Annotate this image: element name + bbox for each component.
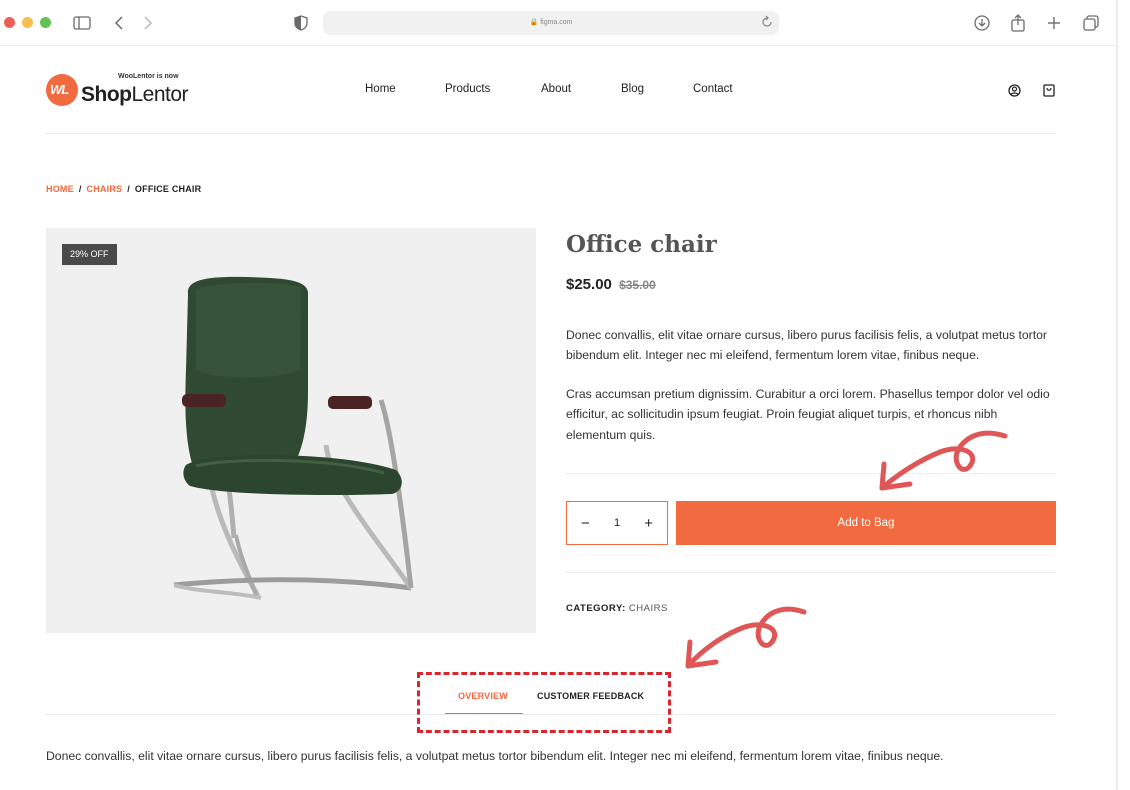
decrease-quantity-button[interactable]: − [581, 515, 590, 532]
product-image[interactable]: 29% OFF [46, 228, 536, 633]
url-text: 🔒 figma.com [529, 19, 573, 26]
downloads-icon[interactable] [971, 12, 993, 34]
breadcrumb-separator: / [78, 184, 82, 194]
breadcrumb: HOME / CHAIRS / OFFICE CHAIR [46, 184, 201, 194]
browser-window: 🔒 figma.com WL WooLentor is now ShopLent… [0, 0, 1118, 790]
quantity-value[interactable]: 1 [614, 517, 620, 529]
quantity-stepper: − 1 + [566, 501, 668, 545]
share-icon[interactable] [1007, 12, 1029, 34]
nav-about[interactable]: About [541, 83, 571, 95]
product-price: $25.00 $35.00 [566, 276, 656, 293]
category-label: CATEGORY: [566, 603, 626, 614]
logo-tagline: WooLentor is now [118, 73, 179, 80]
tab-content: Donec convallis, elit vitae ornare cursu… [46, 749, 944, 763]
office-chair-image [173, 276, 414, 600]
close-window-button[interactable] [4, 17, 15, 28]
minimize-window-button[interactable] [22, 17, 33, 28]
product-description-1: Donec convallis, elit vitae ornare cursu… [566, 328, 1047, 363]
lock-icon: 🔒 [529, 19, 539, 26]
logo-wordmark[interactable]: ShopLentor [81, 83, 189, 107]
nav-products[interactable]: Products [445, 83, 490, 95]
address-bar[interactable]: 🔒 figma.com [323, 11, 779, 35]
nav-contact[interactable]: Contact [693, 83, 733, 95]
reload-icon[interactable] [761, 15, 773, 34]
product-title: Office chair [566, 231, 717, 258]
annotation-arrow-icon [685, 606, 807, 669]
new-tab-icon[interactable] [1043, 12, 1065, 34]
breadcrumb-chairs[interactable]: CHAIRS [87, 184, 123, 194]
back-icon[interactable] [108, 12, 130, 34]
logo-mark[interactable]: WL [46, 74, 78, 106]
nav-home[interactable]: Home [365, 83, 396, 95]
user-icon[interactable] [1006, 82, 1022, 98]
current-price: $25.00 [566, 276, 612, 293]
add-to-bag-button[interactable]: Add to Bag [676, 501, 1056, 545]
annotation-arrow-icon [879, 430, 1008, 491]
tab-overview-icon[interactable] [1080, 12, 1102, 34]
discount-badge: 29% OFF [62, 244, 117, 265]
forward-icon[interactable] [137, 12, 159, 34]
nav-blog[interactable]: Blog [621, 83, 644, 95]
product-category: CATEGORY: CHAIRS [566, 603, 668, 614]
breadcrumb-separator: / [127, 184, 130, 194]
highlight-box-annotation [417, 672, 671, 733]
category-link[interactable]: CHAIRS [629, 603, 668, 614]
info-divider [566, 572, 1056, 573]
browser-toolbar: 🔒 figma.com [0, 0, 1118, 46]
breadcrumb-current: OFFICE CHAIR [134, 184, 202, 194]
maximize-window-button[interactable] [40, 17, 51, 28]
header-divider [46, 133, 1056, 134]
old-price: $35.00 [619, 278, 656, 292]
window-edge [1116, 0, 1118, 790]
privacy-shield-icon[interactable] [290, 12, 312, 34]
increase-quantity-button[interactable]: + [644, 515, 653, 532]
bag-icon[interactable] [1041, 82, 1057, 98]
breadcrumb-home[interactable]: HOME [46, 184, 74, 194]
sidebar-toggle-icon[interactable] [71, 12, 93, 34]
